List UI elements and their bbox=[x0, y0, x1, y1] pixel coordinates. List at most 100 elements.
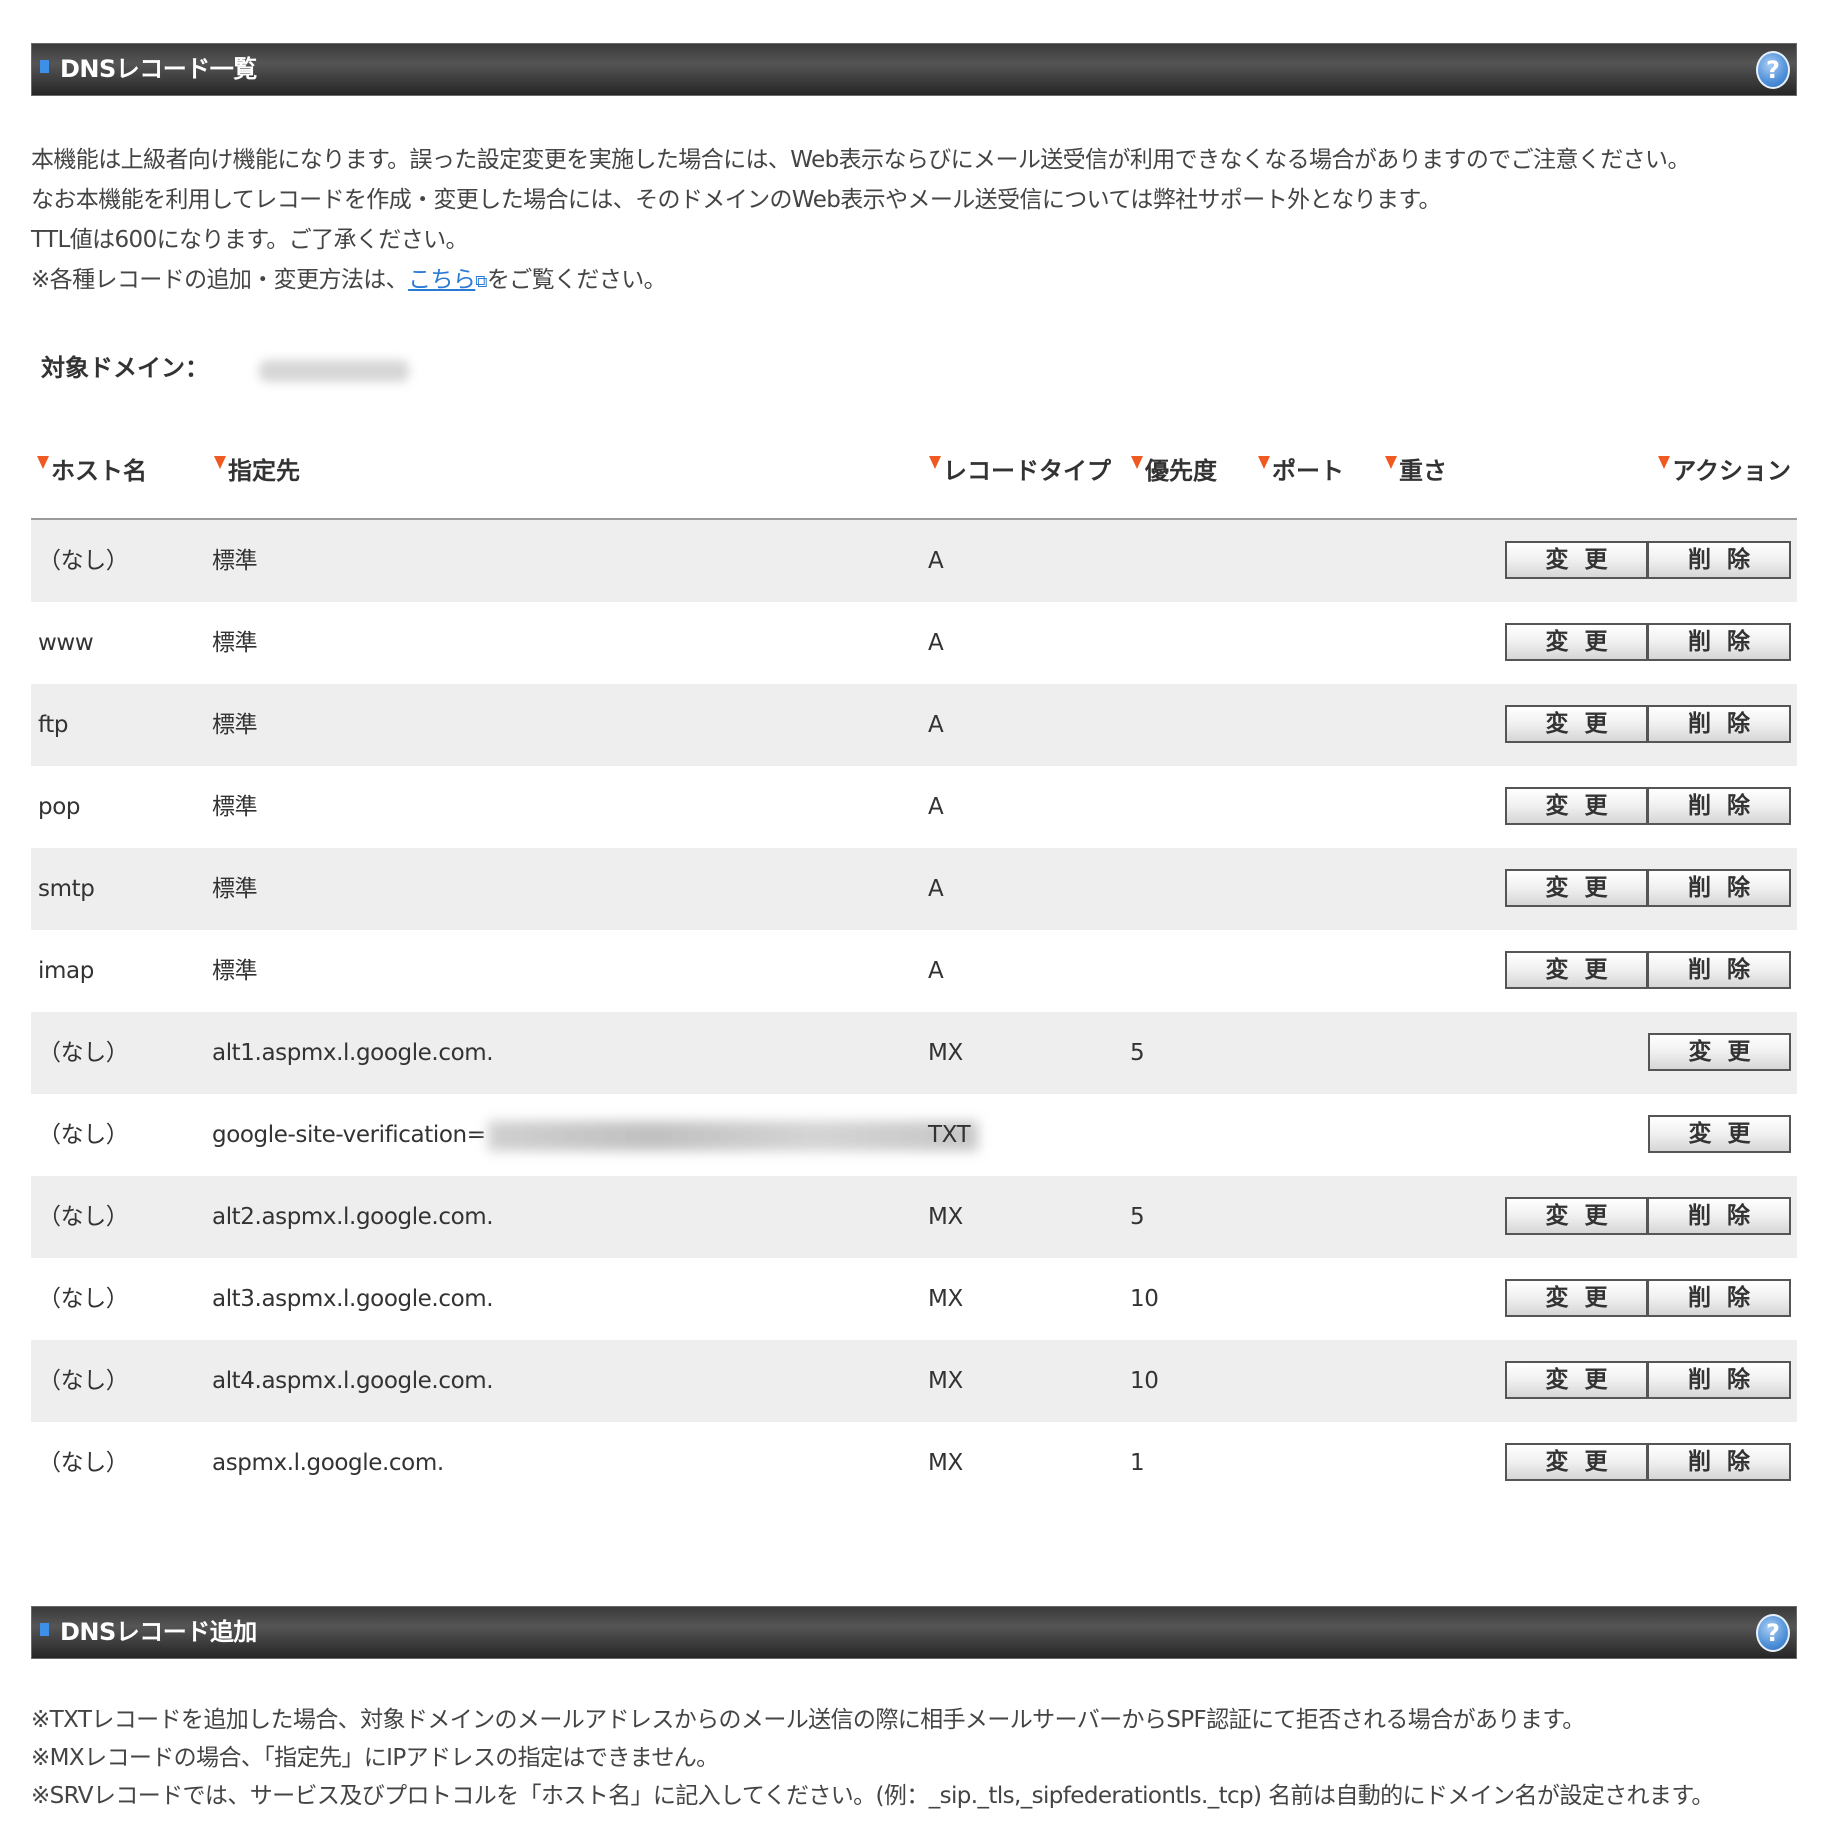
table-row: （なし） alt2.aspmx.l.google.com. MX 5 変更 削除 bbox=[31, 1176, 1797, 1258]
cell-host: （なし） bbox=[38, 1040, 129, 1066]
delete-button[interactable]: 削除 bbox=[1648, 541, 1791, 579]
add-notes: ※TXTレコードを追加した場合、対象ドメインのメールアドレスからのメール送信の際… bbox=[31, 1701, 1797, 1815]
edit-button[interactable]: 変更 bbox=[1648, 1115, 1791, 1153]
edit-button[interactable]: 変更 bbox=[1505, 787, 1648, 825]
cell-type: MX bbox=[928, 1040, 963, 1066]
verification-token-redacted bbox=[487, 1120, 978, 1151]
edit-button[interactable]: 変更 bbox=[1505, 1279, 1648, 1317]
header-label: 優先度 bbox=[1145, 457, 1217, 485]
edit-button[interactable]: 変更 bbox=[1505, 705, 1648, 743]
table-row: ftp 標準 A 変更 削除 bbox=[31, 684, 1797, 766]
cell-host: pop bbox=[38, 794, 81, 820]
sort-triangle-icon bbox=[214, 456, 226, 469]
header-label: 指定先 bbox=[228, 457, 300, 485]
dns-record-add-section: DNSレコード追加 ? ※TXTレコードを追加した場合、対象ドメインのメールアド… bbox=[31, 1606, 1797, 1815]
cell-target: 標準 bbox=[212, 548, 258, 574]
help-link[interactable]: こちら bbox=[408, 267, 476, 293]
help-icon[interactable]: ? bbox=[1756, 1614, 1790, 1652]
edit-button[interactable]: 変更 bbox=[1505, 1197, 1648, 1235]
edit-button[interactable]: 変更 bbox=[1505, 951, 1648, 989]
row-actions: 変更 削除 bbox=[1505, 787, 1791, 825]
table-row: （なし） alt1.aspmx.l.google.com. MX 5 変更 bbox=[31, 1012, 1797, 1094]
cell-type: A bbox=[928, 876, 944, 902]
cell-host: （なし） bbox=[38, 1204, 129, 1230]
note-line: ※SRVレコードでは、サービス及びプロトコルを「ホスト名」に記入してください。(… bbox=[31, 1783, 1714, 1809]
section-bullet-icon bbox=[40, 60, 49, 73]
table-row: （なし） alt3.aspmx.l.google.com. MX 10 変更 削除 bbox=[31, 1258, 1797, 1340]
external-link-icon[interactable]: ⧉ bbox=[475, 272, 487, 292]
table-row: imap 標準 A 変更 削除 bbox=[31, 930, 1797, 1012]
cell-host: （なし） bbox=[38, 1450, 129, 1476]
cell-priority: 10 bbox=[1130, 1286, 1159, 1312]
delete-button[interactable]: 削除 bbox=[1648, 951, 1791, 989]
header-label: レコードタイプ bbox=[943, 457, 1111, 485]
row-actions: 変更 削除 bbox=[1505, 1197, 1791, 1235]
cell-target: 標準 bbox=[212, 794, 258, 820]
dns-page: DNSレコード一覧 ? 本機能は上級者向け機能になります。誤った設定変更を実施し… bbox=[31, 43, 1797, 1815]
sort-header-type[interactable]: レコードタイプ bbox=[929, 440, 1111, 502]
sort-triangle-icon bbox=[1658, 456, 1671, 469]
cell-target: aspmx.l.google.com. bbox=[212, 1450, 444, 1476]
sort-header-priority[interactable]: 優先度 bbox=[1131, 440, 1217, 502]
delete-button[interactable]: 削除 bbox=[1648, 1197, 1791, 1235]
row-actions: 変更 削除 bbox=[1505, 623, 1791, 661]
sort-header-host[interactable]: ホスト名 bbox=[37, 440, 147, 502]
sort-header-weight[interactable]: 重さ bbox=[1385, 440, 1447, 502]
header-label: アクション bbox=[1672, 457, 1791, 485]
cell-target: alt1.aspmx.l.google.com. bbox=[212, 1040, 494, 1066]
table-row: （なし） aspmx.l.google.com. MX 1 変更 削除 bbox=[31, 1422, 1797, 1504]
cell-type: MX bbox=[928, 1286, 963, 1312]
cell-host: （なし） bbox=[38, 1122, 129, 1148]
edit-button[interactable]: 変更 bbox=[1505, 541, 1648, 579]
target-domain: 対象ドメイン： bbox=[31, 348, 1797, 388]
cell-target-text: google-site-verification= bbox=[212, 1122, 486, 1148]
row-actions: 変更 bbox=[1648, 1033, 1791, 1071]
cell-host: （なし） bbox=[38, 548, 129, 574]
cell-type: A bbox=[928, 794, 944, 820]
edit-button[interactable]: 変更 bbox=[1505, 1361, 1648, 1399]
table-row: smtp 標準 A 変更 削除 bbox=[31, 848, 1797, 930]
delete-button[interactable]: 削除 bbox=[1648, 1279, 1791, 1317]
edit-button[interactable]: 変更 bbox=[1505, 869, 1648, 907]
edit-button[interactable]: 変更 bbox=[1648, 1033, 1791, 1071]
cell-target: google-site-verification= bbox=[212, 1094, 978, 1176]
description-line: なお本機能を利用してレコードを作成・変更した場合には、そのドメインのWeb表示や… bbox=[31, 187, 1442, 213]
delete-button[interactable]: 削除 bbox=[1648, 705, 1791, 743]
sort-header-port[interactable]: ポート bbox=[1258, 440, 1344, 502]
row-actions: 変更 削除 bbox=[1505, 1279, 1791, 1317]
edit-button[interactable]: 変更 bbox=[1505, 623, 1648, 661]
cell-target: 標準 bbox=[212, 630, 258, 656]
delete-button[interactable]: 削除 bbox=[1648, 787, 1791, 825]
table-header: ホスト名 指定先 レコードタイプ 優先度 ポート 重さ アクション bbox=[31, 440, 1797, 520]
cell-priority: 1 bbox=[1130, 1450, 1145, 1476]
row-actions: 変更 bbox=[1648, 1115, 1791, 1153]
sort-triangle-icon bbox=[1258, 456, 1270, 469]
cell-host: ftp bbox=[38, 712, 69, 738]
target-domain-label: 対象ドメイン： bbox=[41, 354, 209, 382]
delete-button[interactable]: 削除 bbox=[1648, 1443, 1791, 1481]
sort-header-target[interactable]: 指定先 bbox=[214, 440, 300, 502]
dns-record-list-header: DNSレコード一覧 ? bbox=[31, 43, 1797, 96]
sort-header-action[interactable]: アクション bbox=[1658, 440, 1791, 502]
description-line: 本機能は上級者向け機能になります。誤った設定変更を実施した場合には、Web表示な… bbox=[31, 147, 1690, 173]
header-label: ポート bbox=[1272, 457, 1344, 485]
header-label: 重さ bbox=[1399, 457, 1447, 485]
row-actions: 変更 削除 bbox=[1505, 541, 1791, 579]
description-line: TTL値は600になります。ご了承ください。 bbox=[31, 227, 469, 253]
delete-button[interactable]: 削除 bbox=[1648, 623, 1791, 661]
description-line: ※各種レコードの追加・変更方法は、こちら⧉をご覧ください。 bbox=[31, 260, 1797, 302]
help-icon[interactable]: ? bbox=[1756, 51, 1790, 89]
edit-button[interactable]: 変更 bbox=[1505, 1443, 1648, 1481]
table-row: （なし） 標準 A 変更 削除 bbox=[31, 520, 1797, 602]
section-title: DNSレコード追加 bbox=[60, 1618, 257, 1646]
cell-host: www bbox=[38, 630, 94, 656]
cell-host: smtp bbox=[38, 876, 95, 902]
cell-priority: 5 bbox=[1130, 1204, 1145, 1230]
sort-triangle-icon bbox=[929, 456, 941, 469]
delete-button[interactable]: 削除 bbox=[1648, 869, 1791, 907]
cell-type: TXT bbox=[928, 1122, 971, 1148]
delete-button[interactable]: 削除 bbox=[1648, 1361, 1791, 1399]
cell-target: alt4.aspmx.l.google.com. bbox=[212, 1368, 494, 1394]
target-domain-value-redacted bbox=[259, 360, 409, 382]
cell-target: 標準 bbox=[212, 958, 258, 984]
